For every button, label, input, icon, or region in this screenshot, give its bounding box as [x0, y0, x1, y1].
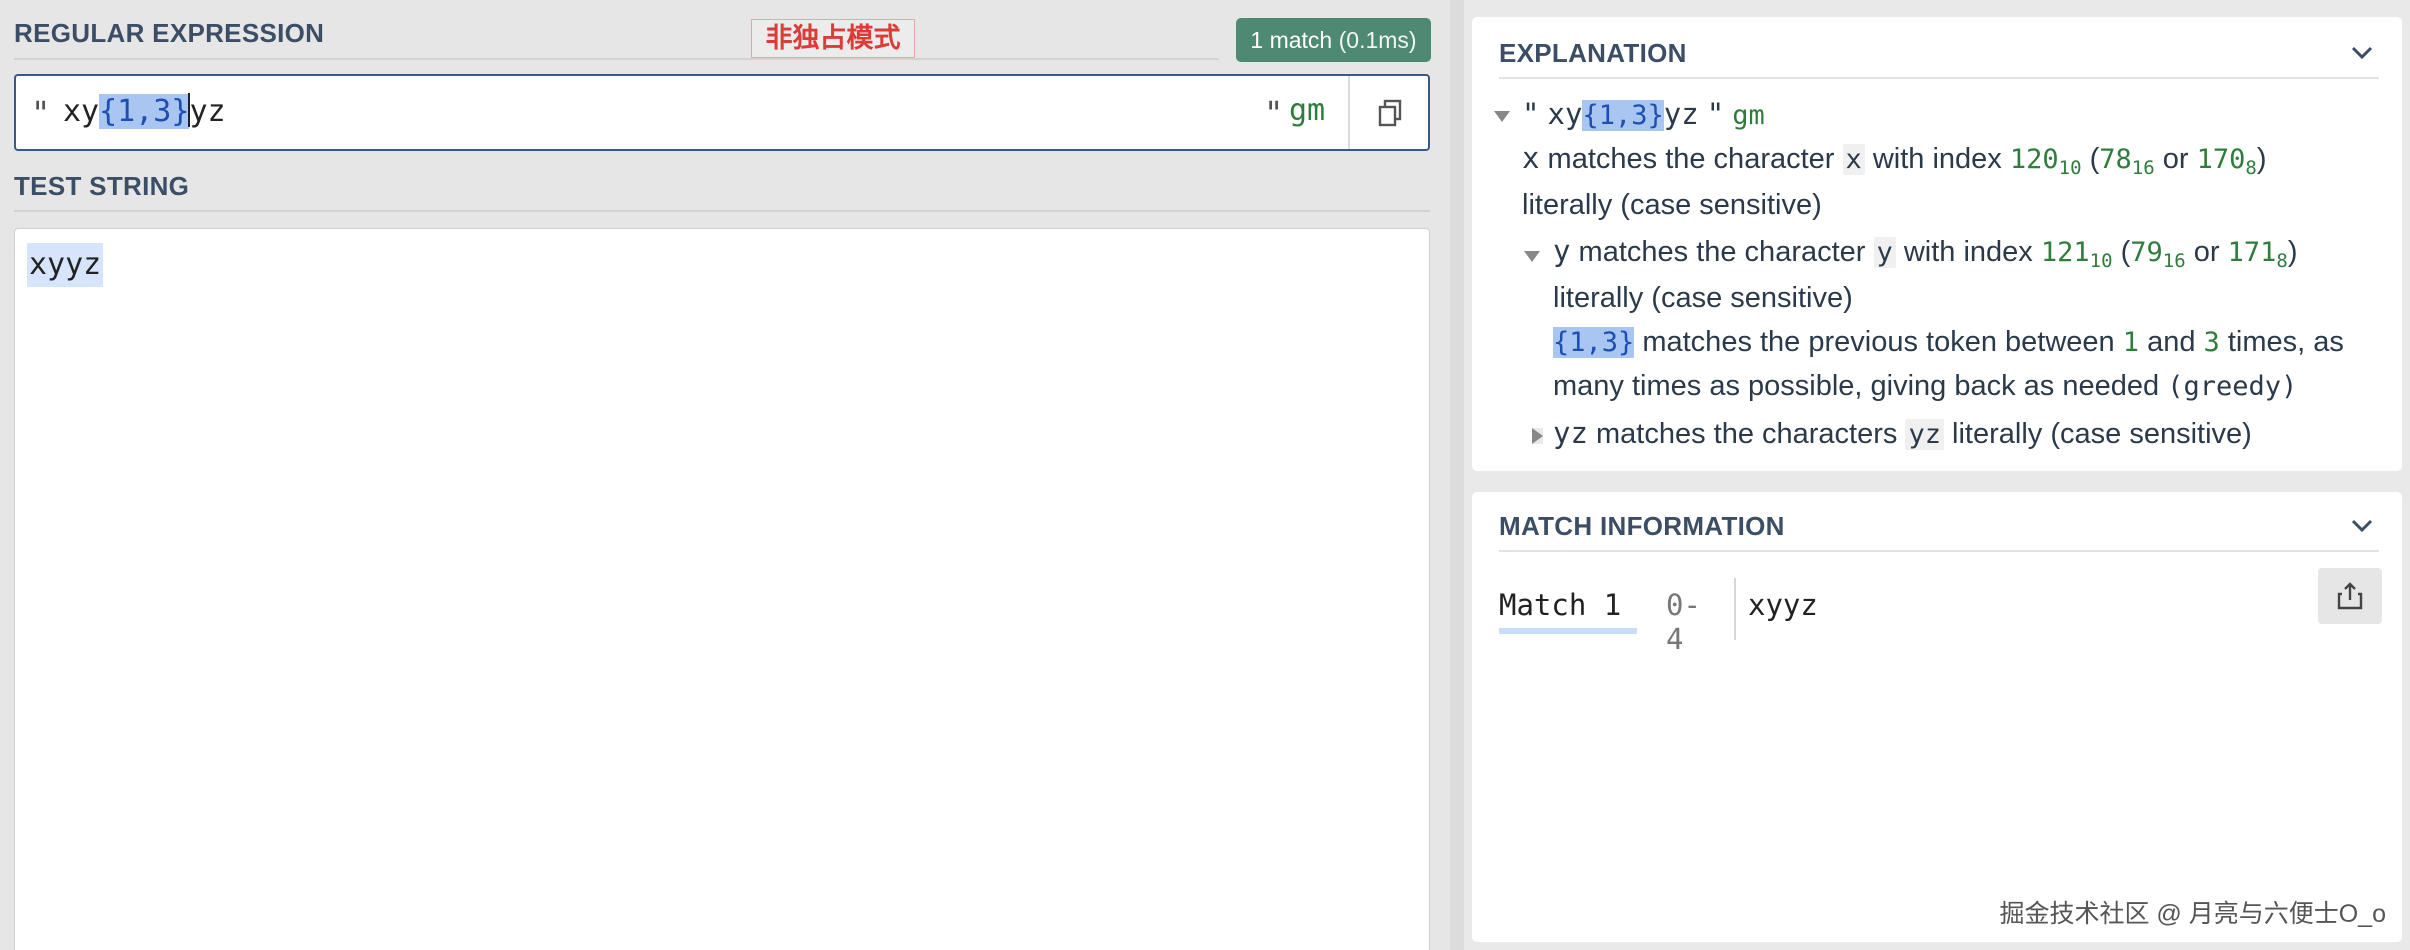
test-string-match: xyyz	[27, 243, 104, 287]
chevron-down-icon[interactable]	[2350, 45, 2374, 61]
x-text1: matches the character	[1547, 143, 1835, 175]
test-title-rule	[14, 210, 1430, 212]
match-value: xyyz	[1748, 588, 1818, 622]
triangle-down-icon[interactable]	[1494, 111, 1510, 122]
regex-open-delimiter: "	[31, 94, 51, 132]
regex-title-rule	[14, 58, 1219, 60]
x-hex-base: 16	[2131, 157, 2155, 179]
regex-literal-yz: yz	[189, 94, 226, 129]
copy-regex-button[interactable]	[1348, 76, 1430, 149]
y-oct: 171	[2227, 237, 2277, 268]
y-token: y	[1553, 234, 1571, 268]
root-quantifier: {1,3}	[1582, 100, 1664, 131]
x-dec: 120	[2009, 144, 2059, 175]
triangle-right-icon[interactable]	[1532, 428, 1543, 444]
sidebar-pane: EXPLANATION " xy{1,3}yz " gm x matches t…	[1464, 0, 2410, 950]
explanation-x-line: x matches the character x with index 120…	[1522, 141, 2267, 179]
match-time: (0.1ms)	[1338, 27, 1417, 53]
quant-text2: times, as	[2227, 326, 2344, 358]
quant-cont1: many times as possible, giving back as n…	[1553, 370, 2160, 402]
regex-editor-pane: REGULAR EXPRESSION 非独占模式 1 match (0.1ms)…	[0, 0, 1450, 950]
y-dec-base: 10	[2089, 250, 2113, 272]
explanation-x-cont: literally (case sensitive)	[1522, 189, 1822, 221]
quant-min: 1	[2122, 327, 2140, 358]
match-underline	[1499, 628, 1637, 634]
regex-input[interactable]: " xy{1,3}yz " gm	[14, 74, 1430, 151]
y-char: y	[1873, 237, 1896, 268]
triangle-down-icon[interactable]	[1524, 251, 1540, 262]
explanation-root: " xy{1,3}yz " gm	[1522, 97, 1765, 132]
match-count: 1 match	[1250, 27, 1333, 53]
quant-text1: matches the previous token between	[1642, 326, 2115, 358]
annotation-label: 非独占模式	[751, 19, 915, 58]
watermark: 掘金技术社区 @ 月亮与六便士O_o	[1999, 900, 2386, 928]
x-text2: with index	[1872, 143, 2002, 175]
x-or: or	[2162, 143, 2189, 175]
explanation-y-line: y matches the character y with index 121…	[1553, 234, 2298, 272]
x-token: x	[1522, 141, 1540, 175]
yz-text1: matches the characters	[1595, 418, 1898, 450]
root-open-quote: "	[1522, 97, 1540, 131]
y-dec: 121	[2040, 237, 2090, 268]
x-dec-base: 10	[2058, 157, 2082, 179]
explanation-panel: EXPLANATION " xy{1,3}yz " gm x matches t…	[1472, 17, 2402, 471]
y-hex: 79	[2130, 237, 2163, 268]
explanation-yz-line: yz matches the characters yz literally (…	[1553, 416, 2252, 451]
y-oct-base: 8	[2276, 250, 2288, 272]
root-literal-xy: xy	[1547, 97, 1583, 131]
x-oct-base: 8	[2245, 157, 2257, 179]
quant-max: 3	[2203, 327, 2220, 358]
regex-pattern[interactable]: xy{1,3}yz	[63, 93, 226, 129]
quant-greedy: (greedy)	[2167, 371, 2298, 402]
match-count-badge: 1 match (0.1ms)	[1236, 18, 1431, 62]
root-close-quote: "	[1706, 97, 1725, 131]
share-icon	[2337, 582, 2363, 610]
root-literal-yz: yz	[1663, 97, 1699, 131]
y-hex-base: 16	[2162, 250, 2186, 272]
explanation-title[interactable]: EXPLANATION	[1499, 38, 1687, 69]
match-info-rule	[1499, 550, 2379, 552]
regex-quantifier: {1,3}	[99, 94, 190, 129]
x-hex: 78	[2099, 144, 2132, 175]
explanation-quant-line: {1,3} matches the previous token between…	[1553, 326, 2344, 359]
match-range: 0-4	[1666, 588, 1701, 656]
regex-close-delimiter: "	[1264, 94, 1284, 132]
yz-token: yz	[1553, 416, 1588, 450]
copy-icon	[1378, 99, 1402, 126]
export-matches-button[interactable]	[2318, 568, 2382, 624]
x-oct: 170	[2196, 144, 2246, 175]
regex-literal-xy: xy	[63, 94, 100, 129]
explanation-quant-cont: many times as possible, giving back as n…	[1553, 370, 2297, 403]
explanation-y-cont: literally (case sensitive)	[1553, 282, 1853, 314]
regex-flags-button[interactable]: gm	[1289, 93, 1325, 128]
test-string-input[interactable]: xyyz	[14, 228, 1430, 950]
root-flags: gm	[1732, 100, 1765, 131]
x-char: x	[1842, 144, 1865, 175]
match-information-title[interactable]: MATCH INFORMATION	[1499, 511, 1785, 542]
explanation-rule	[1499, 77, 2379, 79]
y-text2: with index	[1903, 236, 2033, 268]
yz-text2: literally (case sensitive)	[1952, 418, 2252, 450]
match-information-panel: MATCH INFORMATION Match 1 0-4 xyyz	[1472, 492, 2402, 942]
test-string-title: TEST STRING	[14, 171, 190, 201]
y-text1: matches the character	[1578, 236, 1866, 268]
pane-resize-handle[interactable]	[1450, 0, 1464, 950]
match-label: Match 1	[1499, 588, 1622, 622]
chevron-down-icon[interactable]	[2350, 518, 2374, 534]
yz-chars: yz	[1905, 419, 1944, 450]
quant-token: {1,3}	[1553, 327, 1635, 358]
y-or: or	[2193, 236, 2220, 268]
quant-and: and	[2147, 326, 2196, 358]
match-separator	[1734, 578, 1736, 640]
regex-section-title: REGULAR EXPRESSION	[14, 18, 325, 48]
